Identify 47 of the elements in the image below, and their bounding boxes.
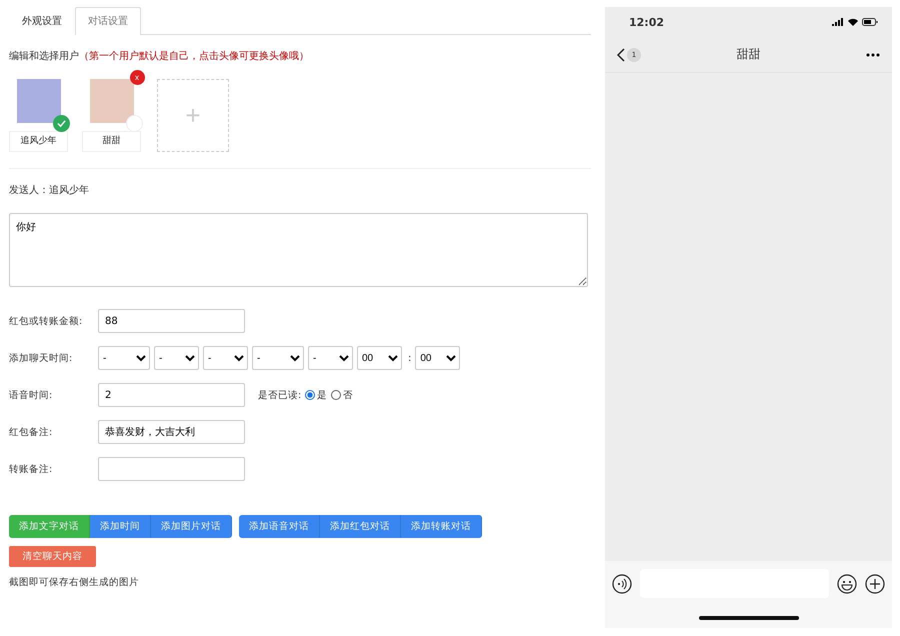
user-name: 追风少年 (9, 131, 68, 152)
add-dialog-button[interactable]: 添加图片对话 (151, 515, 232, 538)
read-label: 是否已读: (258, 388, 302, 402)
battery-icon (862, 18, 878, 26)
emoji-icon[interactable] (837, 574, 857, 594)
add-dialog-button[interactable]: 添加语音对话 (239, 515, 320, 538)
plus-icon[interactable] (865, 574, 885, 594)
time-select[interactable]: - (98, 346, 150, 370)
wifi-icon (848, 18, 858, 26)
add-dialog-button[interactable]: 添加红包对话 (320, 515, 401, 538)
radio-icon[interactable] (305, 390, 316, 400)
footer-note: 截图即可保存右侧生成的图片 (9, 576, 140, 589)
time-select[interactable]: - (308, 346, 353, 370)
field-label: 转账备注: (9, 462, 54, 476)
add-dialog-button[interactable]: 添加转账对话 (401, 515, 482, 538)
time-select[interactable]: - (203, 346, 248, 370)
voice-time-field[interactable]: 2 (98, 383, 245, 407)
amount-field[interactable]: 88 (98, 309, 245, 333)
remove-button[interactable]: x (130, 70, 144, 85)
radio-icon[interactable] (331, 390, 342, 400)
check-icon (56, 119, 66, 128)
time-select[interactable]: 00 (357, 346, 402, 370)
time-select[interactable]: - (154, 346, 199, 370)
status-time: 12:02 (629, 16, 664, 28)
add-dialog-button[interactable]: 添加时间 (90, 515, 151, 538)
field-label: 红包备注: (9, 426, 54, 438)
voice-icon[interactable] (612, 574, 632, 594)
field-label: 添加聊天时间: (9, 352, 74, 364)
user-name: 甜甜 (82, 131, 141, 152)
more-icon[interactable] (866, 52, 880, 56)
check-badge[interactable] (52, 115, 70, 132)
field-label: 红包或转账金额: (9, 314, 84, 328)
envelope-note-field[interactable]: 恭喜发财，大吉大利 (98, 420, 245, 444)
users-hint: 编辑和选择用户（第一个用户默认是自己，点击头像可更换头像哦） (9, 50, 310, 63)
chat-title: 甜甜 (736, 46, 762, 63)
time-select[interactable]: - (252, 346, 304, 370)
time-separator: : (408, 352, 412, 364)
radio-option[interactable]: 是 (305, 388, 328, 402)
transfer-note-field[interactable] (98, 457, 245, 481)
tab[interactable]: 对话设置 (75, 7, 141, 35)
field-label: 语音时间: (9, 388, 54, 402)
time-select[interactable]: 00 (415, 346, 460, 370)
radio-option[interactable]: 否 (331, 388, 354, 402)
signal-icon (832, 18, 844, 26)
back-icon[interactable] (617, 48, 625, 62)
sender-text: 发送人：追风少年 (9, 184, 90, 197)
message-field[interactable]: 你好 (9, 213, 588, 287)
